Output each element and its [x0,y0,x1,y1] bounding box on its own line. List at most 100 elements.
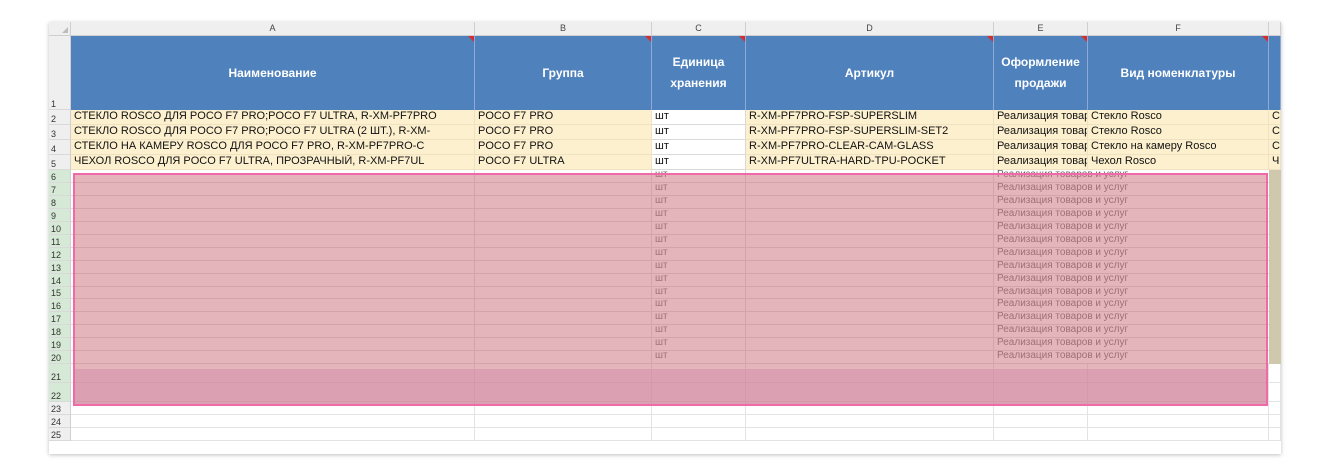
cell-article[interactable]: R-XM-PF7ULTRA-HARD-TPU-POCKET [746,155,994,170]
cell-sale[interactable]: Реализация товаров и услуг [994,110,1088,125]
row-header-4[interactable]: 4 [49,140,71,155]
cell-sale[interactable]: Реализация товаров и услуг [994,140,1088,155]
cell-g[interactable] [1269,299,1281,312]
cell-g[interactable] [1269,222,1281,235]
row-header-7[interactable]: 7 [49,183,71,196]
cell-g[interactable] [1269,196,1281,209]
row-header-5[interactable]: 5 [49,155,71,170]
grid-cell[interactable] [1088,415,1269,428]
grid-cell[interactable] [1269,364,1281,383]
row-header-11[interactable]: 11 [49,235,71,248]
cell-g[interactable] [1269,351,1281,364]
row-header-3[interactable]: 3 [49,125,71,140]
row-header-9[interactable]: 9 [49,209,71,222]
row-header-1[interactable]: 1 [49,36,71,110]
cell-g[interactable]: С [1269,140,1281,155]
spreadsheet-grid[interactable]: A B C D E F 1 Наименование Группа Единиц… [49,22,1281,454]
cell-unit[interactable]: шт [652,155,746,170]
cell-article[interactable]: R-XM-PF7PRO-FSP-SUPERSLIM-SET2 [746,125,994,140]
grid-cell[interactable] [652,428,746,441]
grid-cell[interactable] [71,415,475,428]
row-header-20[interactable]: 20 [49,351,71,364]
cell-group[interactable]: POCO F7 PRO [475,110,652,125]
cell-name[interactable]: ЧЕХОЛ ROSCO ДЛЯ POCO F7 ULTRA, ПРОЗРАЧНЫ… [71,155,475,170]
cell-unit[interactable]: шт [652,140,746,155]
cell-unit[interactable]: шт [652,125,746,140]
header-cell-group[interactable]: Группа [475,36,652,110]
grid-cell[interactable] [475,428,652,441]
grid-cell[interactable] [1088,428,1269,441]
grid-cell[interactable] [746,428,994,441]
grid-cell[interactable] [994,428,1088,441]
row-header-23[interactable]: 23 [49,402,71,415]
cell-g[interactable] [1269,235,1281,248]
row-header-12[interactable]: 12 [49,248,71,261]
cell-g[interactable] [1269,338,1281,351]
row-header-13[interactable]: 13 [49,261,71,274]
cell-type[interactable]: Чехол Rosco [1088,155,1269,170]
row-header-14[interactable]: 14 [49,274,71,287]
column-header-a[interactable]: A [71,22,475,36]
cell-group[interactable]: POCO F7 PRO [475,140,652,155]
column-header-f[interactable]: F [1088,22,1269,36]
row-header-21[interactable]: 21 [49,364,71,383]
row-header-25[interactable]: 25 [49,428,71,441]
cell-article[interactable]: R-XM-PF7PRO-FSP-SUPERSLIM [746,110,994,125]
cell-g[interactable] [1269,312,1281,325]
row-header-22[interactable]: 22 [49,383,71,402]
cell-g[interactable] [1269,209,1281,222]
grid-cell[interactable] [1269,415,1281,428]
grid-cell[interactable] [994,415,1088,428]
row-header-19[interactable]: 19 [49,338,71,351]
cell-article[interactable]: R-XM-PF7PRO-CLEAR-CAM-GLASS [746,140,994,155]
grid-cell[interactable] [475,415,652,428]
column-header-c[interactable]: C [652,22,746,36]
cell-g[interactable] [1269,287,1281,299]
cell-g[interactable] [1269,261,1281,274]
column-header-d[interactable]: D [746,22,994,36]
cell-name[interactable]: СТЕКЛО НА КАМЕРУ ROSCO ДЛЯ POCO F7 PRO, … [71,140,475,155]
row-header-10[interactable]: 10 [49,222,71,235]
cell-g[interactable] [1269,248,1281,261]
grid-cell[interactable] [1269,383,1281,402]
row-header-17[interactable]: 17 [49,312,71,325]
row-header-2[interactable]: 2 [49,110,71,125]
cell-g[interactable] [1269,274,1281,287]
cell-type[interactable]: Стекло Rosco [1088,110,1269,125]
row-header-24[interactable]: 24 [49,415,71,428]
cell-g[interactable] [1269,183,1281,196]
row-header-16[interactable]: 16 [49,299,71,312]
grid-cell[interactable] [746,415,994,428]
row-header-18[interactable]: 18 [49,325,71,338]
cell-g[interactable] [1269,170,1281,183]
header-cell-unit[interactable]: Единица хранения [652,36,746,110]
grid-cell[interactable] [1269,428,1281,441]
select-all-corner[interactable] [49,22,71,36]
cell-unit[interactable]: шт [652,110,746,125]
cell-name[interactable]: СТЕКЛО ROSCO ДЛЯ POCO F7 PRO;POCO F7 ULT… [71,125,475,140]
row-header-8[interactable]: 8 [49,196,71,209]
header-cell-g[interactable] [1269,36,1281,110]
cell-g[interactable]: С [1269,125,1281,140]
column-header-g[interactable] [1269,22,1281,36]
cell-type[interactable]: Стекло Rosco [1088,125,1269,140]
cell-g[interactable]: С [1269,110,1281,125]
cell-group[interactable]: POCO F7 PRO [475,125,652,140]
cell-sale[interactable]: Реализация товаров и услуг [994,125,1088,140]
column-header-e[interactable]: E [994,22,1088,36]
cell-g[interactable] [1269,325,1281,338]
header-cell-article[interactable]: Артикул [746,36,994,110]
header-cell-type[interactable]: Вид номенклатуры [1088,36,1269,110]
cell-sale[interactable]: Реализация товаров и услуг [994,155,1088,170]
grid-cell[interactable] [71,428,475,441]
grid-cell[interactable] [1269,402,1281,415]
header-cell-sale[interactable]: Оформление продажи [994,36,1088,110]
cell-name[interactable]: СТЕКЛО ROSCO ДЛЯ POCO F7 PRO;POCO F7 ULT… [71,110,475,125]
cell-g[interactable]: Ч [1269,155,1281,170]
cell-type[interactable]: Стекло на камеру Rosco [1088,140,1269,155]
row-header-6[interactable]: 6 [49,170,71,183]
column-header-b[interactable]: B [475,22,652,36]
cell-group[interactable]: POCO F7 ULTRA [475,155,652,170]
row-header-15[interactable]: 15 [49,287,71,299]
header-cell-name[interactable]: Наименование [71,36,475,110]
